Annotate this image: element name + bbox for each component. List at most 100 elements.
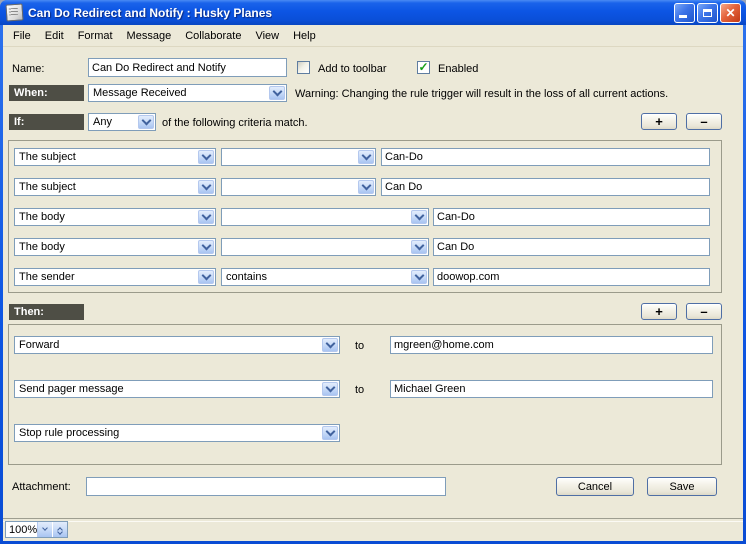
attachment-label: Attachment: <box>12 481 71 493</box>
chevron-down-icon <box>325 339 335 349</box>
criteria-field-value: The body <box>19 241 197 253</box>
dropdown-arrow-icon[interactable] <box>411 270 427 284</box>
action-type-select[interactable]: Forward <box>14 336 340 354</box>
dropdown-arrow-icon[interactable] <box>358 150 374 164</box>
name-input[interactable] <box>88 58 287 77</box>
when-trigger-select[interactable]: Message Received <box>88 84 287 102</box>
if-section-label: If: <box>9 114 84 130</box>
check-icon: ✓ <box>418 61 428 73</box>
when-trigger-value: Message Received <box>93 87 268 99</box>
menu-item-view[interactable]: View <box>248 27 286 45</box>
criteria-field-select[interactable]: The sender <box>14 268 216 286</box>
cancel-button[interactable]: Cancel <box>556 477 634 496</box>
name-label: Name: <box>12 63 44 75</box>
add-to-toolbar-checkbox[interactable]: ✓ <box>297 61 310 74</box>
dropdown-arrow-icon[interactable] <box>322 382 338 396</box>
chevron-down-icon <box>42 525 48 531</box>
enabled-checkbox[interactable]: ✓ <box>417 61 430 74</box>
if-match-select[interactable]: Any <box>88 113 156 131</box>
criteria-value-input[interactable] <box>381 178 710 196</box>
menu-item-message[interactable]: Message <box>120 27 179 45</box>
action-target-input[interactable] <box>390 336 713 354</box>
action-target-input[interactable] <box>390 380 713 398</box>
chevron-down-icon <box>414 241 424 251</box>
dropdown-arrow-icon[interactable] <box>411 210 427 224</box>
remove-criteria-button[interactable]: – <box>686 113 722 130</box>
dropdown-arrow-icon[interactable] <box>198 150 214 164</box>
chevron-down-icon <box>414 271 424 281</box>
minimize-button[interactable] <box>674 3 695 23</box>
menu-item-collaborate[interactable]: Collaborate <box>178 27 248 45</box>
chevron-down-icon <box>325 427 335 437</box>
action-to-label: to <box>355 340 364 352</box>
chevron-down-icon <box>201 211 211 221</box>
criteria-operator-select[interactable]: contains <box>221 268 429 286</box>
criteria-field-value: The sender <box>19 271 197 283</box>
chevron-down-icon <box>201 271 211 281</box>
if-suffix-text: of the following criteria match. <box>162 117 308 129</box>
criteria-field-select[interactable]: The body <box>14 208 216 226</box>
criteria-value-input[interactable] <box>433 238 710 256</box>
when-section-label: When: <box>9 85 84 101</box>
dropdown-arrow-icon[interactable] <box>269 86 285 100</box>
chevron-down-icon <box>272 87 282 97</box>
maximize-button[interactable] <box>697 3 718 23</box>
action-type-value: Forward <box>19 339 321 351</box>
dropdown-arrow-icon[interactable] <box>322 426 338 440</box>
menu-item-edit[interactable]: Edit <box>38 27 71 45</box>
add-criteria-button[interactable]: + <box>641 113 677 130</box>
criteria-field-value: The subject <box>19 151 197 163</box>
save-button[interactable]: Save <box>647 477 717 496</box>
add-action-button[interactable]: + <box>641 303 677 320</box>
menu-item-file[interactable]: File <box>6 27 38 45</box>
criteria-value-input[interactable] <box>433 208 710 226</box>
dropdown-arrow-icon[interactable] <box>358 180 374 194</box>
attachment-input[interactable] <box>86 477 446 496</box>
close-icon: ✕ <box>725 7 735 19</box>
chevron-down-icon <box>361 181 371 191</box>
criteria-field-select[interactable]: The subject <box>14 178 216 196</box>
menu-item-help[interactable]: Help <box>286 27 323 45</box>
criteria-value-input[interactable] <box>381 148 710 166</box>
action-type-value: Send pager message <box>19 383 321 395</box>
chevron-down-icon <box>201 241 211 251</box>
dropdown-arrow-icon[interactable] <box>198 270 214 284</box>
criteria-field-value: The subject <box>19 181 197 193</box>
zoom-control[interactable]: 100% <box>5 521 68 538</box>
dropdown-arrow-icon[interactable] <box>411 240 427 254</box>
criteria-operator-select[interactable] <box>221 238 429 256</box>
criteria-field-select[interactable]: The body <box>14 238 216 256</box>
statusbar-divider <box>3 518 743 522</box>
chevron-down-icon <box>201 181 211 191</box>
dropdown-arrow-icon[interactable] <box>198 180 214 194</box>
app-icon <box>5 3 23 21</box>
menu-item-format[interactable]: Format <box>71 27 120 45</box>
dropdown-arrow-icon[interactable] <box>198 240 214 254</box>
criteria-operator-select[interactable] <box>221 208 429 226</box>
criteria-field-value: The body <box>19 211 197 223</box>
chevron-down-icon <box>361 151 371 161</box>
zoom-spinner[interactable] <box>52 522 67 537</box>
chevron-down-icon <box>141 116 151 126</box>
remove-action-button[interactable]: – <box>686 303 722 320</box>
criteria-operator-value: contains <box>226 271 410 283</box>
dropdown-arrow-icon[interactable] <box>198 210 214 224</box>
window-title: Can Do Redirect and Notify : Husky Plane… <box>28 6 272 20</box>
criteria-operator-select[interactable] <box>221 148 376 166</box>
criteria-operator-select[interactable] <box>221 178 376 196</box>
zoom-dropdown-button[interactable] <box>37 522 52 537</box>
title-bar[interactable]: Can Do Redirect and Notify : Husky Plane… <box>0 0 746 25</box>
criteria-field-select[interactable]: The subject <box>14 148 216 166</box>
zoom-value: 100% <box>6 522 37 537</box>
rule-editor-window: Can Do Redirect and Notify : Husky Plane… <box>0 0 746 544</box>
action-type-select[interactable]: Stop rule processing <box>14 424 340 442</box>
when-warning-text: Warning: Changing the rule trigger will … <box>295 88 668 100</box>
criteria-value-input[interactable] <box>433 268 710 286</box>
close-button[interactable]: ✕ <box>720 3 741 23</box>
dropdown-arrow-icon[interactable] <box>322 338 338 352</box>
dropdown-arrow-icon[interactable] <box>138 115 154 129</box>
chevron-down-icon <box>414 211 424 221</box>
maximize-icon <box>703 9 712 17</box>
action-type-select[interactable]: Send pager message <box>14 380 340 398</box>
action-to-label: to <box>355 384 364 396</box>
